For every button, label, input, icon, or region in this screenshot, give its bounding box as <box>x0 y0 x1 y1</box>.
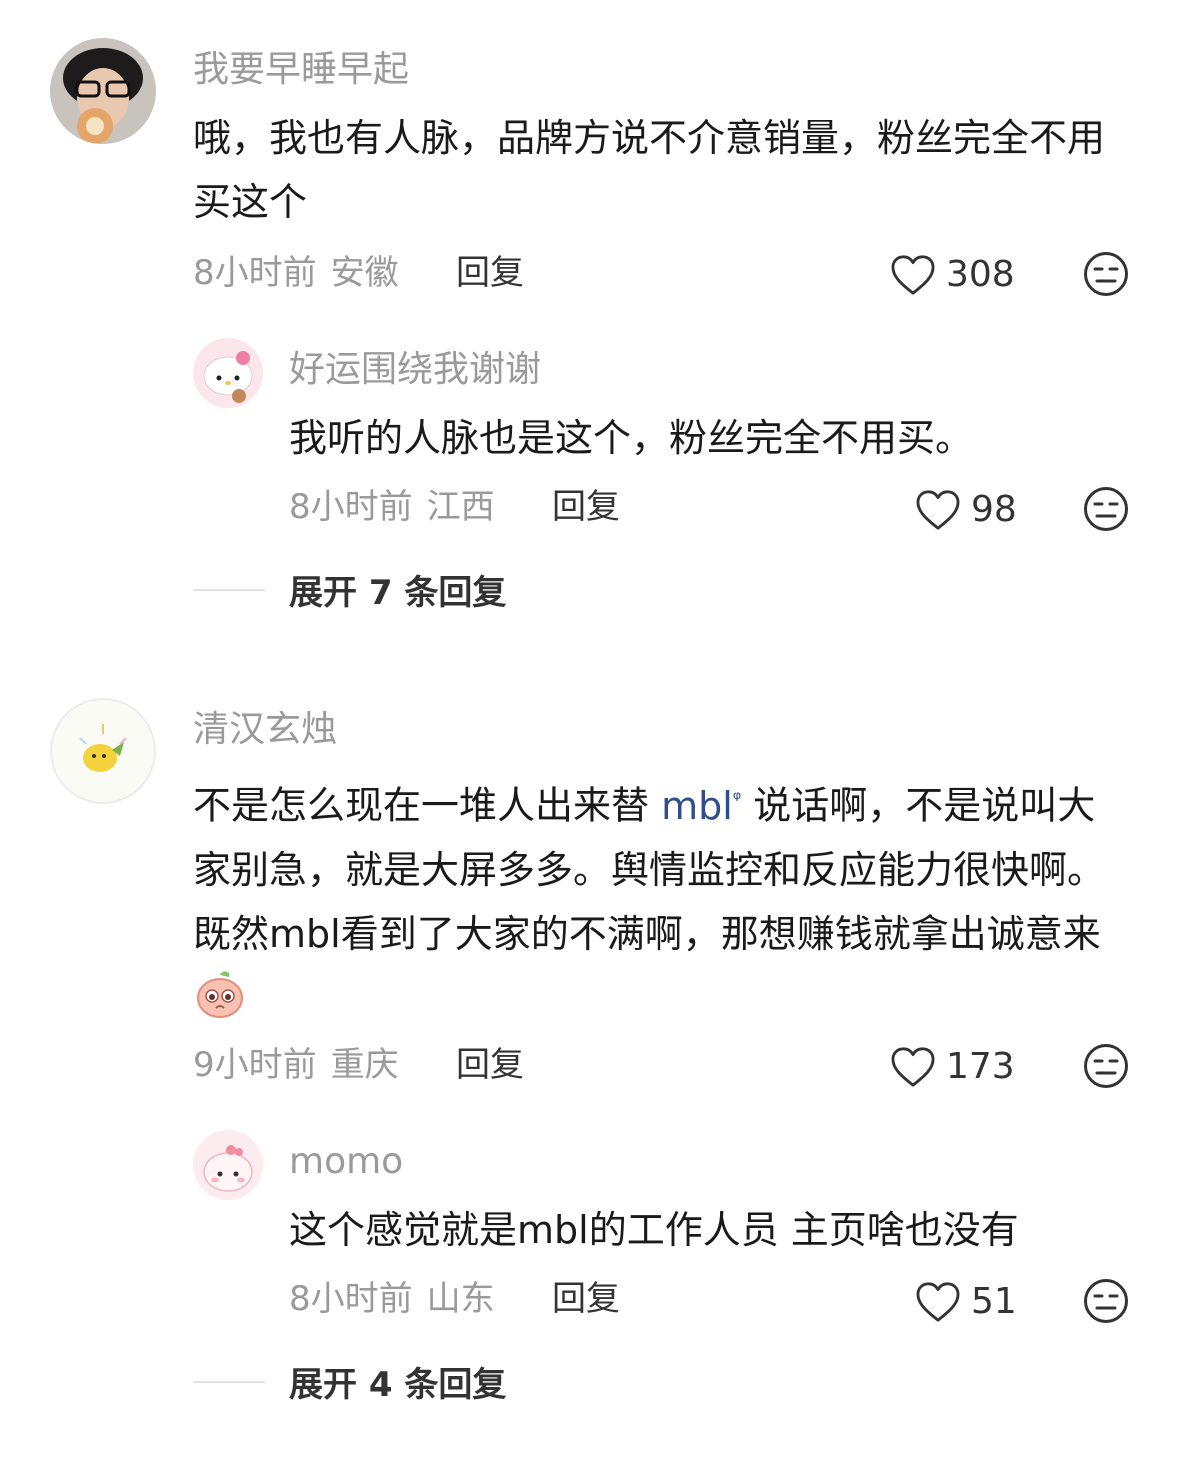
username[interactable]: 我要早睡早起 <box>193 46 409 94</box>
avatar[interactable] <box>193 1130 263 1200</box>
like-button[interactable]: 308 <box>890 252 1015 298</box>
pleading-face-emoji <box>193 967 247 1021</box>
dislike-button[interactable] <box>1083 1278 1129 1324</box>
timestamp: 8小时前 <box>193 253 317 293</box>
expand-replies-label: 展开 7 条回复 <box>289 573 507 613</box>
expand-replies-label: 展开 4 条回复 <box>289 1365 507 1405</box>
divider <box>193 1380 265 1383</box>
like-count: 308 <box>946 254 1015 295</box>
avatar[interactable] <box>50 698 156 804</box>
username[interactable]: 清汉玄烛 <box>193 706 337 754</box>
timestamp: 8小时前 <box>289 487 413 527</box>
timestamp: 9小时前 <box>193 1045 317 1085</box>
like-button[interactable]: 173 <box>890 1044 1015 1090</box>
keyword-link-text: mbl <box>661 783 733 828</box>
unamused-face-icon <box>1084 1044 1128 1088</box>
reply-text: 这个感觉就是mbl的工作人员 主页啥也没有 <box>289 1208 1019 1252</box>
comment-text: 不是怎么现在一堆人出来替 mblᵠ 说话啊，不是说叫大家别急，就是大屏多多。舆情… <box>193 766 1123 1030</box>
like-count: 51 <box>971 1281 1017 1322</box>
expand-replies-button[interactable]: 展开 7 条回复 <box>193 565 506 614</box>
location: 重庆 <box>330 1045 399 1085</box>
like-button[interactable]: 98 <box>915 487 1017 533</box>
comment-meta: 9小时前 重庆 <box>193 1042 399 1088</box>
heart-outline-icon <box>916 490 960 530</box>
reply-meta: 8小时前 山东 <box>289 1276 495 1322</box>
avatar[interactable] <box>50 38 156 144</box>
expand-replies-button[interactable]: 展开 4 条回复 <box>193 1357 506 1406</box>
reply-meta: 8小时前 江西 <box>289 484 495 530</box>
username[interactable]: 好运围绕我谢谢 <box>289 346 541 394</box>
unamused-face-icon <box>1084 252 1128 296</box>
divider <box>193 588 265 591</box>
reply-button[interactable]: 回复 <box>552 1276 620 1322</box>
location: 山东 <box>426 1279 495 1319</box>
username[interactable]: momo <box>289 1138 403 1186</box>
like-button[interactable]: 51 <box>915 1279 1017 1325</box>
heart-outline-icon <box>891 255 935 295</box>
reply-text: 我听的人脉也是这个，粉丝完全不用买。 <box>289 416 974 460</box>
location: 安徽 <box>330 253 399 293</box>
avatar[interactable] <box>193 338 263 408</box>
timestamp: 8小时前 <box>289 1279 413 1319</box>
dislike-button[interactable] <box>1083 486 1129 532</box>
heart-outline-icon <box>891 1047 935 1087</box>
heart-outline-icon <box>916 1282 960 1322</box>
unamused-face-icon <box>1084 487 1128 531</box>
reply-button[interactable]: 回复 <box>552 484 620 530</box>
like-count: 173 <box>946 1046 1015 1087</box>
reply-button[interactable]: 回复 <box>456 1042 524 1088</box>
dislike-button[interactable] <box>1083 1043 1129 1089</box>
comment-text: 哦，我也有人脉，品牌方说不介意销量，粉丝完全不用买这个 <box>193 116 1106 224</box>
comment-meta: 8小时前 安徽 <box>193 250 399 296</box>
keyword-link[interactable]: mblᵠ <box>661 784 741 828</box>
search-icon: ᵠ <box>732 786 742 810</box>
unamused-face-icon <box>1084 1279 1128 1323</box>
dislike-button[interactable] <box>1083 251 1129 297</box>
location: 江西 <box>426 487 495 527</box>
reply-button[interactable]: 回复 <box>456 250 524 296</box>
like-count: 98 <box>971 489 1017 530</box>
comment-text-part: 不是怎么现在一堆人出来替 <box>193 783 650 828</box>
